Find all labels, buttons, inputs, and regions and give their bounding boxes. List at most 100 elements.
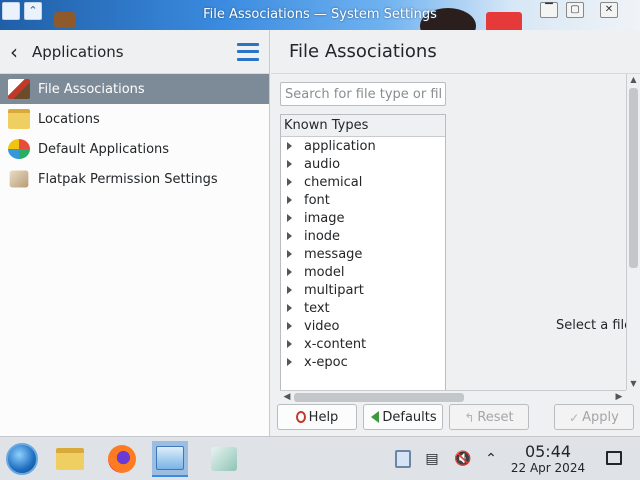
clipboard-icon[interactable] [395, 450, 411, 468]
folder-icon [8, 109, 30, 129]
sidebar-item-label: Flatpak Permission Settings [38, 171, 218, 187]
expand-arrow-icon[interactable] [287, 232, 292, 240]
system-settings-button[interactable] [152, 441, 188, 477]
vertical-scrollbar[interactable]: ▲ ▼ [626, 74, 640, 390]
scroll-right-icon[interactable]: ▶ [612, 391, 626, 404]
sidebar: ‹ Applications File Associations Locatio… [0, 30, 270, 436]
help-label: Help [308, 409, 339, 425]
tree-item[interactable]: x-content [281, 335, 445, 353]
tree-item-label: inode [304, 228, 341, 244]
details-hint: Select a file [556, 318, 633, 333]
scroll-down-icon[interactable]: ▼ [627, 378, 640, 390]
tree-item-label: model [304, 264, 345, 280]
tree-item-label: chemical [304, 174, 363, 190]
notes-icon[interactable]: ▤ [424, 450, 440, 468]
horizontal-scrollbar[interactable]: ◀ ▶ [280, 390, 626, 404]
software-store-button[interactable] [206, 441, 242, 477]
start-menu-icon [6, 443, 38, 475]
firefox-icon [108, 445, 136, 473]
reset-label: Reset [477, 409, 514, 425]
start-menu-button[interactable] [4, 441, 40, 477]
tree-item[interactable]: inode [281, 227, 445, 245]
tree-item[interactable]: video [281, 317, 445, 335]
known-types-tree: Known Types application audio chemical f… [280, 114, 446, 391]
firefox-button[interactable] [104, 441, 140, 477]
scrollbar-thumb[interactable] [294, 393, 464, 402]
defaults-button[interactable]: Defaults [363, 404, 443, 430]
sidebar-item-default-applications[interactable]: Default Applications [0, 134, 269, 164]
tree-item-label: x-content [304, 336, 367, 352]
sidebar-item-flatpak[interactable]: Flatpak Permission Settings [0, 164, 269, 194]
search-input[interactable] [280, 82, 446, 106]
close-button[interactable]: ✕ [600, 2, 618, 18]
sidebar-item-label: Default Applications [38, 141, 170, 157]
scrollbar-thumb[interactable] [629, 88, 638, 268]
tree-item-label: image [304, 210, 345, 226]
tree-item-label: application [304, 138, 376, 154]
tree-item[interactable]: font [281, 191, 445, 209]
tree-item[interactable]: chemical [281, 173, 445, 191]
apply-label: Apply [582, 409, 619, 425]
tree-item-label: font [304, 192, 330, 208]
expand-arrow-icon[interactable] [287, 250, 292, 258]
file-manager-icon [56, 448, 84, 470]
show-desktop-icon[interactable] [606, 451, 622, 465]
help-icon [295, 411, 306, 423]
scroll-up-icon[interactable]: ▲ [627, 74, 640, 86]
expand-arrow-icon[interactable] [287, 178, 292, 186]
title-bar[interactable]: ⌃ File Associations — System Settings ▔ … [0, 0, 640, 30]
sidebar-title: Applications [32, 42, 124, 61]
expand-arrow-icon[interactable] [287, 358, 292, 366]
expand-arrow-icon[interactable] [287, 142, 292, 150]
tree-header[interactable]: Known Types [281, 115, 445, 137]
tree-item-label: multipart [304, 282, 364, 298]
expand-tray-icon[interactable]: ⌃ [483, 450, 499, 468]
sidebar-item-locations[interactable]: Locations [0, 104, 269, 134]
tree-item[interactable]: message [281, 245, 445, 263]
expand-arrow-icon[interactable] [287, 160, 292, 168]
tree-item[interactable]: application [281, 137, 445, 155]
tree-item-label: audio [304, 156, 341, 172]
minimize-button[interactable]: ▔ [540, 2, 558, 18]
tree-item-label: message [304, 246, 363, 262]
check-icon: ✓ [569, 411, 580, 425]
expand-arrow-icon[interactable] [287, 340, 292, 348]
expand-arrow-icon[interactable] [287, 214, 292, 222]
hamburger-icon[interactable] [237, 42, 259, 61]
clock-date: 22 Apr 2024 [510, 461, 586, 475]
expand-arrow-icon[interactable] [287, 268, 292, 276]
tree-item[interactable]: x-epoc [281, 353, 445, 371]
help-button[interactable]: Help [277, 404, 357, 430]
clock-time: 05:44 [524, 442, 572, 461]
software-store-icon [211, 447, 237, 471]
tree-item-label: x-epoc [304, 354, 348, 370]
reset-icon: ↰ [464, 411, 475, 425]
file-manager-button[interactable] [52, 441, 88, 477]
expand-arrow-icon[interactable] [287, 304, 292, 312]
chevron-left-icon[interactable]: ‹ [10, 40, 32, 64]
default-apps-icon [8, 139, 30, 159]
tree-item[interactable]: image [281, 209, 445, 227]
tree-item[interactable]: text [281, 299, 445, 317]
sidebar-item-file-associations[interactable]: File Associations [0, 74, 269, 104]
sidebar-header: ‹ Applications [0, 30, 269, 74]
sidebar-item-label: Locations [38, 111, 100, 127]
tree-item[interactable]: audio [281, 155, 445, 173]
taskbar: ▤ 🔇 ⌃ 05:44 22 Apr 2024 [0, 436, 640, 480]
tree-item[interactable]: multipart [281, 281, 445, 299]
apply-button[interactable]: ✓ Apply [554, 404, 634, 430]
expand-arrow-icon[interactable] [287, 196, 292, 204]
reset-button[interactable]: ↰ Reset [449, 404, 529, 430]
file-associations-icon [8, 79, 30, 99]
maximize-button[interactable]: ▢ [566, 2, 584, 18]
volume-muted-icon[interactable]: 🔇 [454, 450, 471, 468]
scroll-left-icon[interactable]: ◀ [280, 391, 294, 404]
tree-item-label: text [304, 300, 330, 316]
system-settings-icon [156, 446, 184, 470]
flatpak-icon [9, 170, 29, 188]
tree-item[interactable]: model [281, 263, 445, 281]
expand-arrow-icon[interactable] [287, 286, 292, 294]
tree-item-label: video [304, 318, 340, 334]
expand-arrow-icon[interactable] [287, 322, 292, 330]
clock[interactable]: 05:44 22 Apr 2024 [508, 442, 588, 476]
